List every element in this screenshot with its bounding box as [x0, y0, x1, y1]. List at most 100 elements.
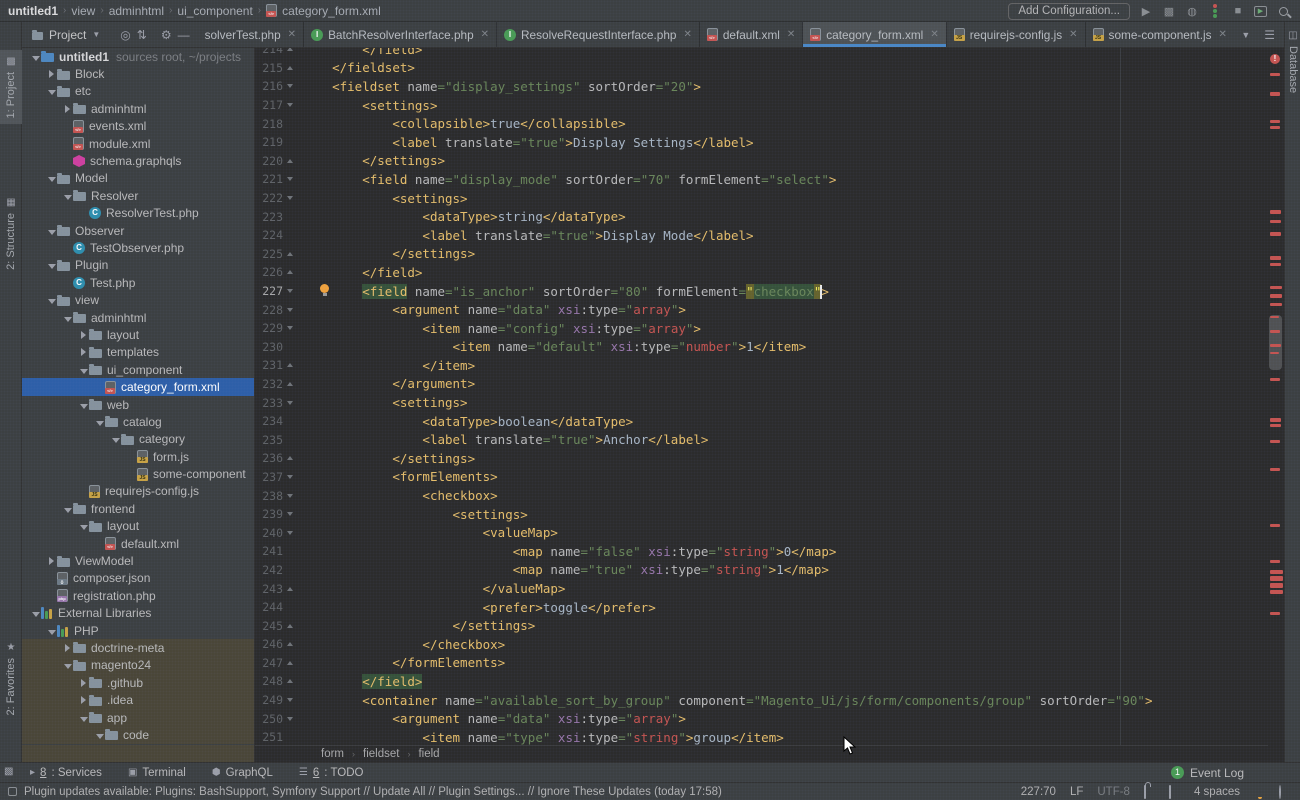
tab-category-form-xml[interactable]: </>category_form.xml✕	[803, 22, 946, 47]
code-line-249[interactable]: 249 <container name="available_sort_by_g…	[255, 691, 1268, 710]
tree-item-php[interactable]: PHP	[22, 622, 254, 639]
error-mark[interactable]	[1270, 92, 1280, 96]
sidebar-item-structure[interactable]: ▦ 2: Structure	[0, 197, 22, 270]
tree-item-requirejs-config-js[interactable]: JSrequirejs-config.js	[22, 483, 254, 500]
tree-item-events-xml[interactable]: </>events.xml	[22, 118, 254, 135]
window-icon[interactable]: ▶	[1254, 6, 1267, 17]
fold-collapse-icon[interactable]	[283, 308, 297, 312]
close-icon[interactable]: ✕	[481, 29, 489, 40]
code-line-214[interactable]: 214 </field>	[255, 48, 1268, 59]
tree-closed-arrow-icon[interactable]	[78, 693, 89, 707]
tree-item-adminhtml[interactable]: adminhtml	[22, 309, 254, 326]
code-line-216[interactable]: 216 <fieldset name="display_settings" so…	[255, 77, 1268, 96]
code-line-218[interactable]: 218 <collapsible>true</collapsible>	[255, 114, 1268, 133]
tab-some-component-js[interactable]: JSsome-component.js✕	[1086, 22, 1232, 47]
editor[interactable]: 214 </field>215 </fieldset>216 <fieldset…	[255, 48, 1268, 745]
error-mark[interactable]	[1270, 418, 1281, 422]
tree-item-plugin[interactable]: Plugin	[22, 257, 254, 274]
fold-collapse-icon[interactable]	[283, 177, 297, 181]
close-icon[interactable]: ✕	[288, 29, 296, 40]
tree-item-category-form-xml[interactable]: </>category_form.xml	[22, 378, 254, 395]
tab-list-icon[interactable]: ☰	[1264, 28, 1274, 42]
breadcrumb-item[interactable]: untitled1	[8, 4, 58, 18]
fold-expand-icon[interactable]	[283, 363, 297, 367]
code-line-230[interactable]: 230 <item name="default" xsi:type="numbe…	[255, 338, 1268, 357]
error-mark[interactable]	[1270, 256, 1281, 260]
code-line-242[interactable]: 242 <map name="true" xsi:type="string">1…	[255, 561, 1268, 580]
tree-item-block[interactable]: Block	[22, 65, 254, 82]
tree-item-app[interactable]: app	[22, 709, 254, 726]
close-icon[interactable]: ✕	[930, 29, 938, 40]
code-line-235[interactable]: 235 <label translate="true">Anchor</labe…	[255, 430, 1268, 449]
tree-closed-arrow-icon[interactable]	[78, 328, 89, 342]
close-icon[interactable]: ✕	[1219, 29, 1227, 40]
code-line-224[interactable]: 224 <label translate="true">Display Mode…	[255, 226, 1268, 245]
fold-collapse-icon[interactable]	[283, 494, 297, 498]
code-line-248[interactable]: 248 </field>	[255, 672, 1268, 691]
tree-closed-arrow-icon[interactable]	[62, 641, 73, 655]
tree-open-arrow-icon[interactable]	[62, 658, 73, 672]
tree-item-some-component[interactable]: JSsome-component	[22, 465, 254, 482]
error-mark[interactable]	[1270, 344, 1281, 347]
tree-item-schema-graphqls[interactable]: schema.graphqls	[22, 152, 254, 169]
code-line-227[interactable]: 227 <field name="is_anchor" sortOrder="8…	[255, 282, 1268, 301]
code-line-234[interactable]: 234 <dataType>boolean</dataType>	[255, 412, 1268, 431]
toolbar-button--todo[interactable]: ☰6: TODO	[299, 767, 364, 779]
tree-item-default-xml[interactable]: </>default.xml	[22, 535, 254, 552]
tree-open-arrow-icon[interactable]	[46, 84, 57, 98]
tree-item-ui-component[interactable]: ui_component	[22, 361, 254, 378]
indent-setting[interactable]: 4 spaces	[1194, 786, 1240, 798]
error-mark[interactable]	[1270, 303, 1282, 306]
tree-item-web[interactable]: web	[22, 396, 254, 413]
tree-item-external-libraries[interactable]: External Libraries	[22, 605, 254, 622]
code-line-225[interactable]: 225 </settings>	[255, 245, 1268, 264]
close-icon[interactable]: ✕	[787, 29, 795, 40]
sidebar-item-database[interactable]: ◫ Database	[1285, 30, 1300, 93]
file-encoding[interactable]: UTF-8	[1097, 786, 1130, 798]
tree-open-arrow-icon[interactable]	[78, 398, 89, 412]
tree-item-form-js[interactable]: JSform.js	[22, 448, 254, 465]
settings-icon[interactable]: ⚙	[161, 28, 172, 42]
tree-item-observer[interactable]: Observer	[22, 222, 254, 239]
tree-item-magento24[interactable]: magento24	[22, 657, 254, 674]
error-mark[interactable]	[1270, 352, 1279, 354]
run-icon[interactable]: ▶	[1139, 4, 1153, 18]
tree-item-test-php[interactable]: CTest.php	[22, 274, 254, 291]
project-panel-header[interactable]: Project ▼ ◎ ⇅ ⚙ —	[22, 22, 198, 47]
fold-expand-icon[interactable]	[283, 624, 297, 628]
code-line-236[interactable]: 236 </settings>	[255, 449, 1268, 468]
tree-item-etc[interactable]: etc	[22, 83, 254, 100]
tree-item-registration-php[interactable]: phpregistration.php	[22, 587, 254, 604]
tree-open-arrow-icon[interactable]	[46, 293, 57, 307]
tree-item-doctrine-meta[interactable]: doctrine-meta	[22, 639, 254, 656]
caret-position[interactable]: 227:70	[1021, 786, 1056, 798]
collapse-all-icon[interactable]: ⇅	[137, 28, 147, 42]
tab-solvertest-php[interactable]: solverTest.php✕	[198, 22, 304, 47]
tree-open-arrow-icon[interactable]	[46, 624, 57, 638]
code-line-231[interactable]: 231 </item>	[255, 356, 1268, 375]
error-mark[interactable]	[1270, 378, 1280, 381]
fold-expand-icon[interactable]	[283, 642, 297, 646]
fold-collapse-icon[interactable]	[283, 698, 297, 702]
fold-collapse-icon[interactable]	[283, 84, 297, 88]
error-mark[interactable]	[1270, 424, 1281, 427]
error-mark[interactable]	[1270, 440, 1280, 443]
code-line-245[interactable]: 245 </settings>	[255, 616, 1268, 635]
fold-expand-icon[interactable]	[283, 382, 297, 386]
toolbar-button-graphql[interactable]: ⬢GraphQL	[212, 767, 273, 779]
search-icon[interactable]	[1276, 4, 1290, 18]
code-line-221[interactable]: 221 <field name="display_mode" sortOrder…	[255, 170, 1268, 189]
add-configuration-button[interactable]: Add Configuration...	[1008, 3, 1130, 20]
code-line-220[interactable]: 220 </settings>	[255, 152, 1268, 171]
tree-open-arrow-icon[interactable]	[94, 728, 105, 742]
tab-requirejs-config-js[interactable]: JSrequirejs-config.js✕	[947, 22, 1086, 47]
fold-expand-icon[interactable]	[283, 252, 297, 256]
tree-item-category[interactable]: category	[22, 431, 254, 448]
breadcrumb-item[interactable]: view	[71, 4, 95, 18]
status-message[interactable]: Plugin updates available: Plugins: BashS…	[0, 786, 722, 798]
error-mark[interactable]	[1270, 524, 1280, 527]
fold-expand-icon[interactable]	[283, 679, 297, 683]
tab-batchresolverinterface-php[interactable]: IBatchResolverInterface.php✕	[304, 22, 497, 47]
fold-collapse-icon[interactable]	[283, 531, 297, 535]
code-line-219[interactable]: 219 <label translate="true">Display Sett…	[255, 133, 1268, 152]
